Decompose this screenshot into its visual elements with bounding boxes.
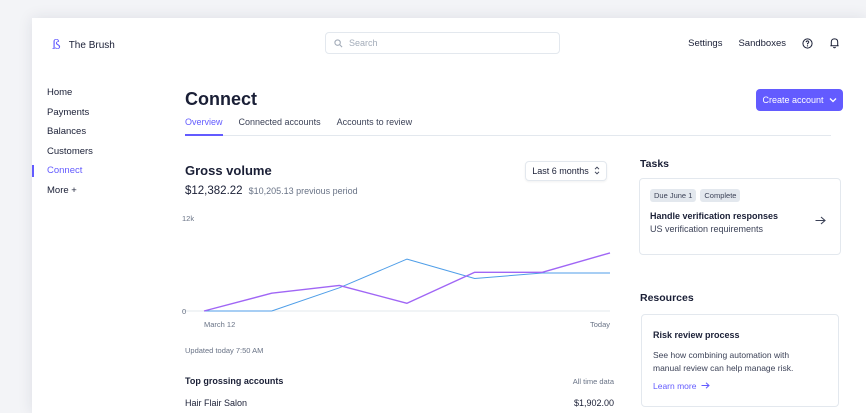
arrow-right-icon[interactable] bbox=[815, 212, 826, 230]
y-tick-label: 12k bbox=[182, 214, 194, 223]
task-title: Handle verification responses bbox=[650, 211, 779, 221]
resource-card[interactable]: Risk review process See how combining au… bbox=[641, 314, 839, 407]
sandboxes-link[interactable]: Sandboxes bbox=[738, 38, 786, 49]
previous-period-value: $10,205.13 previous period bbox=[248, 186, 358, 196]
create-account-label: Create account bbox=[762, 95, 824, 105]
learn-more-link[interactable]: Learn more bbox=[653, 381, 711, 391]
create-account-button[interactable]: Create account bbox=[756, 89, 843, 111]
sidebar-item-home[interactable]: Home bbox=[32, 86, 152, 106]
tab-overview[interactable]: Overview bbox=[185, 117, 223, 136]
top-accounts-range: All time data bbox=[572, 377, 614, 386]
account-name: Hair Flair Salon bbox=[185, 398, 248, 408]
sidebar-item-balances[interactable]: Balances bbox=[32, 125, 152, 145]
help-icon[interactable] bbox=[802, 37, 813, 49]
search-bar[interactable] bbox=[325, 32, 560, 54]
sidebar-item-payments[interactable]: Payments bbox=[32, 106, 152, 126]
y-tick-label: 0 bbox=[182, 307, 186, 316]
gross-volume-chart: 12k 0 March 12 Today bbox=[182, 214, 611, 329]
resource-description-line-2: manual review can help manage risk. bbox=[653, 363, 794, 373]
search-input[interactable] bbox=[349, 38, 539, 48]
x-tick-label: Today bbox=[590, 320, 610, 329]
table-row[interactable]: Hair Flair Salon $1,902.00 bbox=[185, 398, 614, 408]
sidebar: Home Payments Balances Customers Connect… bbox=[32, 86, 152, 204]
up-down-chevron-icon bbox=[594, 165, 600, 177]
sidebar-item-customers[interactable]: Customers bbox=[32, 145, 152, 165]
sidebar-item-connect[interactable]: Connect bbox=[32, 164, 152, 184]
task-subtitle: US verification requirements bbox=[650, 224, 764, 234]
top-accounts-header: Top grossing accounts All time data bbox=[185, 376, 614, 386]
due-date-badge: Due June 1 bbox=[650, 189, 697, 202]
learn-more-label: Learn more bbox=[653, 381, 697, 391]
tab-connected-accounts[interactable]: Connected accounts bbox=[239, 117, 321, 136]
date-range-label: Last 6 months bbox=[532, 166, 589, 176]
bell-icon[interactable] bbox=[829, 37, 840, 49]
top-accounts-title: Top grossing accounts bbox=[185, 376, 284, 386]
brand[interactable]: ß The Brush bbox=[52, 38, 115, 53]
top-nav: Settings Sandboxes bbox=[688, 37, 840, 49]
brand-name: The Brush bbox=[68, 40, 115, 51]
gross-summary: $12,382.22 $10,205.13 previous period bbox=[185, 185, 358, 197]
chevron-down-icon bbox=[829, 95, 837, 105]
app-window: ß The Brush Settings Sandboxes Home Paym… bbox=[32, 18, 866, 413]
gross-volume-title: Gross volume bbox=[185, 163, 272, 178]
search-icon bbox=[334, 38, 343, 48]
task-card[interactable]: Due June 1 Complete Handle verification … bbox=[639, 178, 841, 255]
tab-accounts-to-review[interactable]: Accounts to review bbox=[337, 117, 413, 136]
series-line-2 bbox=[203, 252, 611, 312]
x-tick-label: March 12 bbox=[204, 320, 235, 329]
gross-volume-value: $12,382.22 bbox=[185, 185, 243, 197]
resource-title: Risk review process bbox=[653, 330, 740, 340]
resource-description-line-1: See how combining automation with bbox=[653, 350, 790, 360]
tab-bar: Overview Connected accounts Accounts to … bbox=[185, 117, 831, 136]
task-badges: Due June 1 Complete bbox=[650, 189, 741, 202]
updated-timestamp: Updated today 7:50 AM bbox=[185, 346, 264, 355]
sidebar-item-more[interactable]: More + bbox=[32, 184, 152, 204]
account-amount: $1,902.00 bbox=[573, 398, 614, 408]
resources-title: Resources bbox=[640, 292, 694, 304]
brand-logo-icon: ß bbox=[52, 38, 61, 53]
page-title: Connect bbox=[185, 89, 257, 109]
status-badge: Complete bbox=[700, 189, 741, 202]
date-range-select[interactable]: Last 6 months bbox=[525, 161, 607, 181]
settings-link[interactable]: Settings bbox=[688, 38, 722, 49]
arrow-right-icon bbox=[701, 381, 711, 391]
tasks-title: Tasks bbox=[640, 158, 669, 170]
